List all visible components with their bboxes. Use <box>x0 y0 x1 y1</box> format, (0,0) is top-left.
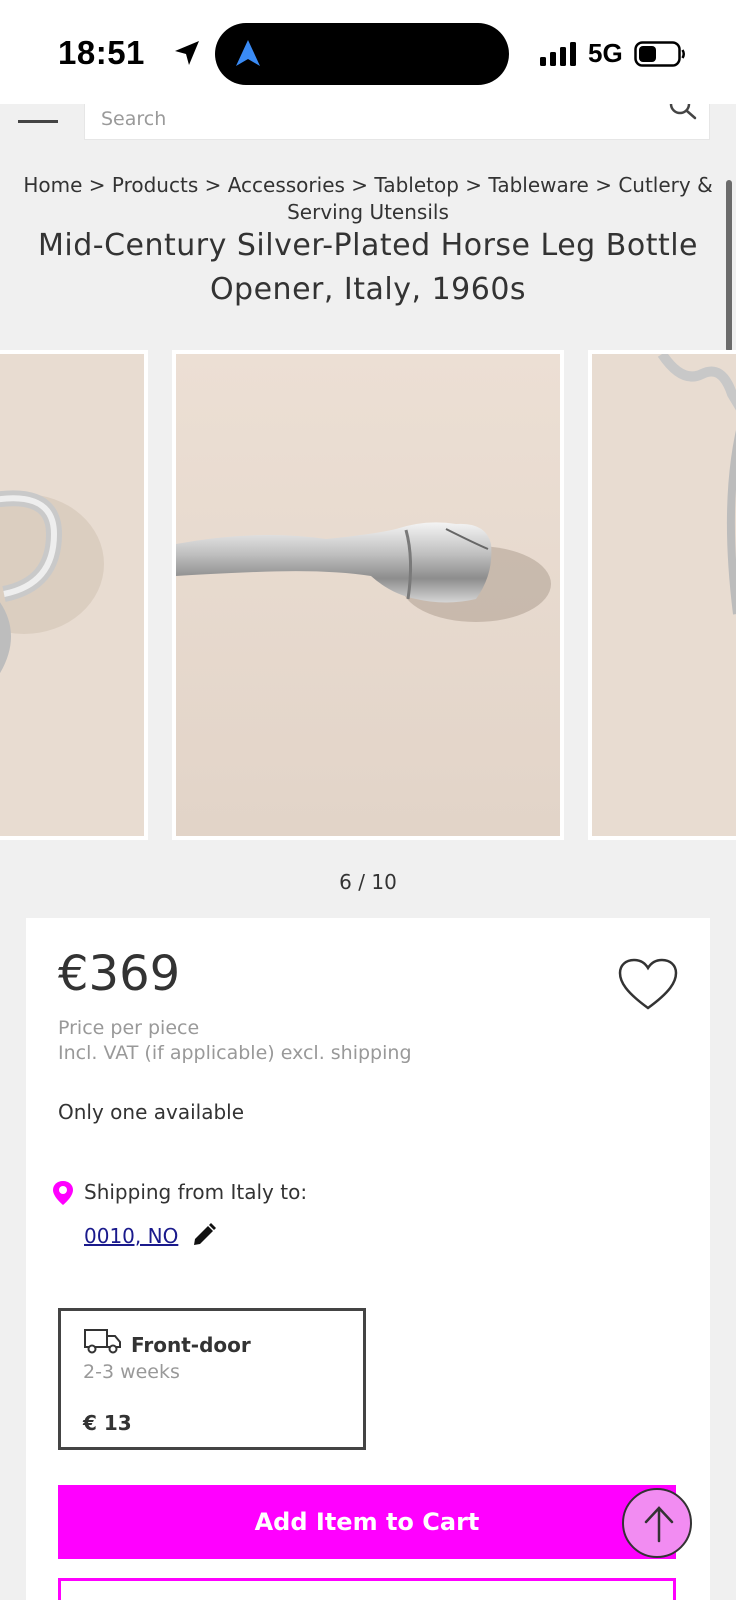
navigation-icon <box>236 40 260 66</box>
product-card: €369 Price per piece Incl. VAT (if appli… <box>26 918 710 1600</box>
add-to-cart-button[interactable]: Add Item to Cart <box>58 1485 676 1559</box>
gallery-counter: 6 / 10 <box>339 870 397 894</box>
product-photo <box>0 354 144 836</box>
battery-icon <box>634 41 685 67</box>
network-type: 5G <box>588 38 623 68</box>
breadcrumb-separator: > <box>204 173 222 197</box>
shipping-option-price: € 13 <box>83 1411 132 1435</box>
breadcrumb-separator: > <box>465 173 483 197</box>
dynamic-island <box>215 23 509 85</box>
product-title: Mid-Century Silver-Plated Horse Leg Bott… <box>37 228 699 307</box>
search-input[interactable] <box>101 100 621 138</box>
breadcrumb-separator: > <box>88 173 106 197</box>
opener-ring-photo <box>0 354 144 836</box>
status-time: 18:51 <box>58 34 145 71</box>
gallery-image-current[interactable] <box>172 350 564 840</box>
arrow-up-icon <box>644 1506 674 1543</box>
signal-icon <box>540 42 576 66</box>
breadcrumb-accessories[interactable]: Accessories <box>228 173 345 197</box>
breadcrumb-home[interactable]: Home <box>23 173 82 197</box>
truck-icon <box>84 1329 121 1354</box>
price-note: Price per piece Incl. VAT (if applicable… <box>58 1016 412 1066</box>
price-unit: Price per piece <box>58 1017 200 1039</box>
horse-leg-opener-photo <box>176 354 560 836</box>
location-arrow-icon <box>175 41 199 65</box>
shipping-destination-link[interactable]: 0010, NO <box>84 1224 178 1248</box>
opener-side-photo <box>592 354 736 836</box>
location-pin-icon <box>53 1181 73 1205</box>
scroll-to-top-button[interactable] <box>622 1488 692 1558</box>
gallery-image-next[interactable] <box>588 350 736 840</box>
gallery-image-previous[interactable] <box>0 350 148 840</box>
menu-icon[interactable] <box>18 100 58 128</box>
breadcrumb-products[interactable]: Products <box>112 173 198 197</box>
product-photo <box>592 354 736 836</box>
breadcrumb-separator: > <box>595 173 612 197</box>
breadcrumb: Home > Products > Accessories > Tabletop… <box>16 172 720 226</box>
availability-text: Only one available <box>58 1100 245 1124</box>
shipping-option-front-door[interactable]: Front-door 2-3 weeks € 13 <box>58 1308 366 1450</box>
status-bar: 18:51 5G <box>0 0 736 104</box>
scrollbar[interactable] <box>726 180 732 352</box>
search-bar <box>84 98 710 140</box>
shipping-from-label: Shipping from Italy to: <box>84 1180 308 1204</box>
heart-icon[interactable] <box>618 958 678 1012</box>
shipping-option-name: Front-door <box>131 1333 251 1357</box>
product-price: €369 <box>58 946 181 1002</box>
breadcrumb-separator: > <box>351 173 369 197</box>
shipping-option-time: 2-3 weeks <box>83 1361 180 1383</box>
price-vat-note: Incl. VAT (if applicable) excl. shipping <box>58 1042 412 1064</box>
product-photo <box>176 354 560 836</box>
breadcrumb-tabletop[interactable]: Tabletop <box>374 173 459 197</box>
secondary-action-button[interactable] <box>58 1578 676 1600</box>
breadcrumb-tableware[interactable]: Tableware <box>488 173 588 197</box>
pencil-icon[interactable] <box>190 1220 218 1248</box>
